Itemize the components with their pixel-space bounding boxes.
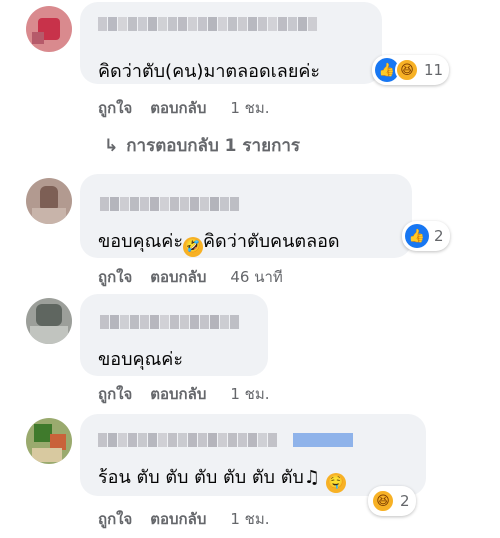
like-link[interactable]: ถูกใจ [98,268,132,286]
author-name-blurred[interactable] [98,432,354,447]
author-name-blurred[interactable] [100,196,240,211]
reaction-summary[interactable]: 👍 2 [402,221,450,251]
timestamp[interactable]: 1 ชม. [230,385,269,403]
reaction-count: 11 [424,61,444,79]
reaction-count: 2 [400,492,410,510]
comment-actions: ถูกใจ ตอบกลับ 1 ชม. [98,96,288,120]
avatar[interactable] [26,6,72,52]
comment-bubble: ขอบคุณค่ะ [80,294,268,376]
comment-text: ขอบคุณค่ะ [98,349,183,370]
drooling-emoji: 🤤 [325,473,346,493]
reply-link[interactable]: ตอบกลับ [150,268,206,286]
timestamp[interactable]: 1 ชม. [230,510,269,528]
reaction-summary[interactable]: 😆 2 [368,486,416,516]
avatar[interactable] [26,418,72,464]
comment-bubble: ร้อน ตับ ตับ ตับ ตับ ตับ ตับ♫ 🤤 [80,414,426,496]
comment-text-body: ร้อน ตับ ตับ ตับ ตับ ตับ ตับ [98,467,304,488]
comment-text-part-2: คิดว่าตับคนตลอด [203,231,340,252]
haha-icon: 😆 [371,489,395,513]
comment-text-part-1: ขอบคุณค่ะ [98,231,183,252]
like-icon: 👍 [405,224,429,248]
timestamp[interactable]: 1 ชม. [230,99,269,117]
view-replies-label: การตอบกลับ 1 รายการ [126,136,301,156]
rolling-laugh-emoji: 🤣 [183,237,203,257]
comment-actions: ถูกใจ ตอบกลับ 1 ชม. [98,382,288,406]
haha-icon: 😆 [395,58,419,82]
reply-link[interactable]: ตอบกลับ [150,99,206,117]
reply-link[interactable]: ตอบกลับ [150,385,206,403]
comment-bubble: ขอบคุณค่ะ 🤣 คิดว่าตับคนตลอด [80,174,412,258]
reaction-count: 2 [434,227,444,245]
reaction-summary[interactable]: 👍 😆 11 [372,55,450,85]
like-link[interactable]: ถูกใจ [98,99,132,117]
avatar[interactable] [26,178,72,224]
timestamp[interactable]: 46 นาที [230,268,282,286]
like-link[interactable]: ถูกใจ [98,510,132,528]
comment-text: คิดว่าตับ(คน)มาตลอดเลยค่ะ [98,61,321,82]
comment-bubble: คิดว่าตับ(คน)มาตลอดเลยค่ะ [80,2,382,84]
author-name-blurred[interactable] [100,314,240,329]
view-replies-link[interactable]: ↳ การตอบกลับ 1 รายการ [104,132,300,159]
avatar[interactable] [26,298,72,344]
music-note-icon: ♫ [303,467,320,488]
comment-text: ร้อน ตับ ตับ ตับ ตับ ตับ ตับ♫ 🤤 [98,462,346,493]
comment-actions: ถูกใจ ตอบกลับ 46 นาที [98,265,301,289]
like-link[interactable]: ถูกใจ [98,385,132,403]
reply-link[interactable]: ตอบกลับ [150,510,206,528]
author-name-blurred[interactable] [98,16,318,31]
comment-text: ขอบคุณค่ะ 🤣 คิดว่าตับคนตลอด [98,226,340,257]
reply-arrow-icon: ↳ [104,136,119,156]
comment-actions: ถูกใจ ตอบกลับ 1 ชม. [98,507,288,531]
